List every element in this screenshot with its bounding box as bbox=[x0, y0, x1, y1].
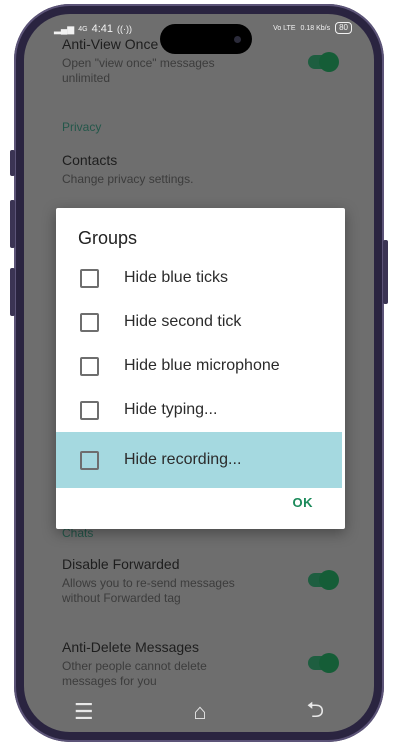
anti-view-toggle[interactable] bbox=[308, 52, 339, 72]
speed-label: 0.18 Kb/s bbox=[300, 24, 331, 32]
option-hide-typing[interactable]: Hide typing... bbox=[56, 388, 342, 432]
item-title: Contacts bbox=[62, 152, 118, 168]
radio-waves-icon: ((·)) bbox=[117, 24, 132, 34]
navigation-bar: ☰ ⌂ ⮌ bbox=[24, 692, 374, 732]
dialog-title: Groups bbox=[78, 228, 138, 248]
home-icon[interactable]: ⌂ bbox=[193, 699, 206, 725]
groups-dialog: Groups Hide blue ticks Hide second tick … bbox=[56, 208, 345, 529]
contacts-item[interactable]: Contacts Change privacy settings. bbox=[62, 152, 344, 187]
item-subtitle: Allows you to re-send messages without F… bbox=[62, 576, 235, 605]
option-label: Hide typing... bbox=[124, 401, 218, 418]
back-icon[interactable]: ⮌ bbox=[306, 693, 324, 731]
power-button bbox=[383, 240, 388, 304]
option-hide-recording[interactable]: Hide recording... bbox=[56, 432, 342, 488]
option-label: Hide second tick bbox=[124, 313, 242, 330]
signal-icon: ▂▄▆ bbox=[54, 23, 75, 34]
ok-button[interactable]: OK bbox=[293, 495, 314, 510]
option-hide-blue-ticks[interactable]: Hide blue ticks bbox=[56, 256, 342, 300]
privacy-section-header: Privacy bbox=[62, 120, 102, 134]
anti-view-once-item[interactable]: Anti-View Once Open "view once" messages… bbox=[62, 36, 344, 86]
battery-icon: 80 bbox=[335, 22, 352, 34]
volume-up-button bbox=[10, 150, 15, 176]
option-hide-blue-microphone[interactable]: Hide blue microphone bbox=[56, 344, 342, 388]
item-subtitle: Change privacy settings. bbox=[62, 172, 194, 186]
disable-forwarded-item[interactable]: Disable Forwarded Allows you to re-send … bbox=[62, 556, 344, 606]
volte-label: Vo LTE bbox=[273, 24, 296, 32]
item-title: Anti-Delete Messages bbox=[62, 639, 199, 655]
checkbox-icon[interactable] bbox=[80, 400, 99, 420]
status-time: 4:41 bbox=[91, 23, 113, 35]
option-hide-second-tick[interactable]: Hide second tick bbox=[56, 300, 342, 344]
anti-delete-toggle[interactable] bbox=[308, 653, 339, 673]
item-title: Disable Forwarded bbox=[62, 556, 180, 572]
anti-delete-item[interactable]: Anti-Delete Messages Other people cannot… bbox=[62, 639, 344, 689]
item-subtitle: Other people cannot delete messages for … bbox=[62, 659, 207, 688]
item-subtitle: Open "view once" messages unlimited bbox=[62, 56, 215, 85]
option-label: Hide blue microphone bbox=[124, 357, 280, 374]
option-label: Hide recording... bbox=[124, 451, 242, 468]
network-type: 4G bbox=[78, 25, 88, 33]
volume-down-button bbox=[10, 200, 15, 248]
item-title: Anti-View Once bbox=[62, 36, 159, 52]
screen: ▂▄▆ 4G 4:41 ((·)) Vo LTE 0.18 Kb/s 80 An… bbox=[24, 14, 374, 732]
disable-forwarded-toggle[interactable] bbox=[308, 570, 339, 590]
checkbox-icon[interactable] bbox=[80, 356, 99, 376]
silent-switch bbox=[10, 268, 15, 316]
menu-icon[interactable]: ☰ bbox=[74, 699, 94, 725]
option-label: Hide blue ticks bbox=[124, 269, 229, 286]
checkbox-icon[interactable] bbox=[80, 268, 99, 288]
checkbox-icon[interactable] bbox=[80, 312, 99, 332]
checkbox-icon[interactable] bbox=[80, 450, 99, 470]
